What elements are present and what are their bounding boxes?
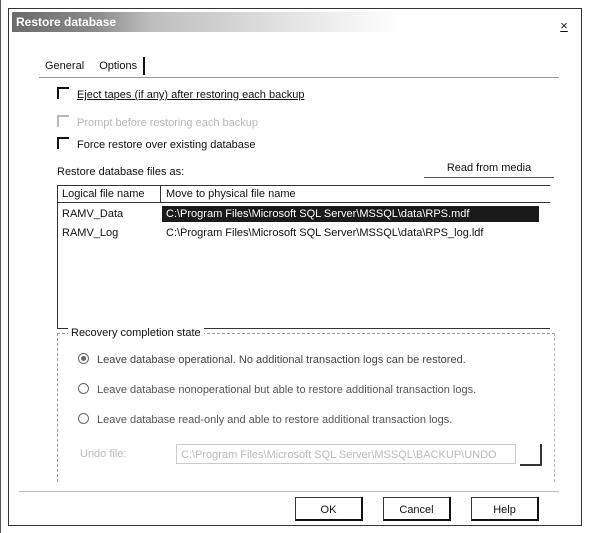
tab-options[interactable]: Options [93,57,146,75]
restore-database-dialog: Restore database × General Options Eject… [8,8,582,526]
undo-file-browse-button [520,444,542,466]
undo-file-label: Undo file: [80,448,127,460]
recovery-option-read-only[interactable]: Leave database read-only and able to res… [78,412,452,428]
footer-divider [19,491,559,492]
dialog-title: Restore database [12,12,150,32]
physical-name-cell[interactable]: C:\Program Files\Microsoft SQL Server\MS… [162,206,539,222]
help-button[interactable]: Help [471,497,539,521]
column-logical-file-name[interactable]: Logical file name [62,186,161,202]
operational-label: Leave database operational. No additiona… [97,354,466,366]
cancel-button[interactable]: Cancel [383,497,451,521]
column-physical-file-name[interactable]: Move to physical file name [166,186,296,202]
read-from-media-button[interactable]: Read from media [424,159,554,178]
physical-name-cell[interactable]: C:\Program Files\Microsoft SQL Server\MS… [162,225,539,241]
eject-tapes-label: Eject tapes (if any) after restoring eac… [77,89,305,101]
recovery-option-operational[interactable]: Leave database operational. No additiona… [78,352,466,368]
prompt-before-restoring-option: Prompt before restoring each backup [57,115,258,131]
force-restore-label: Force restore over existing database [77,139,256,151]
operational-radio[interactable] [78,353,89,364]
undo-file-field: C:\Program Files\Microsoft SQL Server\MS… [176,444,516,464]
table-row[interactable]: RAMV_Data C:\Program Files\Microsoft SQL… [58,206,550,222]
recovery-group-title: Recovery completion state [68,326,204,340]
logical-name-cell: RAMV_Log [62,227,119,239]
table-row[interactable]: RAMV_Log C:\Program Files\Microsoft SQL … [58,225,550,241]
recovery-completion-group: Recovery completion state Leave database… [57,326,555,482]
prompt-before-restoring-label: Prompt before restoring each backup [77,117,258,129]
restore-files-label: Restore database files as: [57,166,185,178]
read-only-label: Leave database read-only and able to res… [97,414,453,426]
tab-general[interactable]: General [39,57,90,75]
tab-strip: General Options [39,57,146,75]
close-button[interactable]: × [557,19,571,33]
title-bar-gradient [150,12,400,32]
recovery-option-nonoperational[interactable]: Leave database nonoperational but able t… [78,382,476,398]
eject-tapes-option[interactable]: Eject tapes (if any) after restoring eac… [57,87,304,103]
window-edge [0,0,1,533]
file-mapping-grid[interactable]: Logical file name Move to physical file … [57,185,550,329]
prompt-before-restoring-checkbox [57,115,69,127]
force-restore-checkbox[interactable] [57,137,69,149]
logical-name-cell: RAMV_Data [62,208,124,220]
read-only-radio[interactable] [78,413,89,424]
nonoperational-label: Leave database nonoperational but able t… [97,384,477,396]
grid-header: Logical file name Move to physical file … [58,186,550,203]
eject-tapes-checkbox[interactable] [57,87,69,99]
tab-divider [39,77,559,78]
force-restore-option[interactable]: Force restore over existing database [57,137,256,153]
ok-button[interactable]: OK [295,497,363,521]
nonoperational-radio[interactable] [78,383,89,394]
